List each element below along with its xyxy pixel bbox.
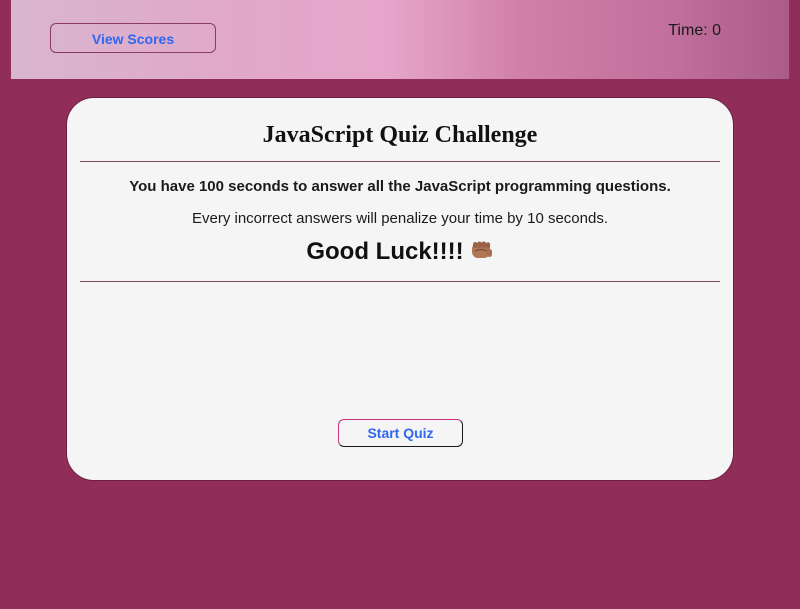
bottom-divider [80, 281, 720, 282]
start-quiz-button[interactable]: Start Quiz [338, 419, 463, 447]
top-divider [80, 161, 720, 162]
quiz-card: JavaScript Quiz Challenge You have 100 s… [66, 97, 734, 481]
good-luck-text: Good Luck!!!! [306, 238, 464, 265]
fist-bump-icon [470, 239, 494, 261]
penalty-notice: Every incorrect answers will penalize yo… [191, 210, 608, 227]
view-scores-button[interactable]: View Scores [50, 23, 216, 53]
good-luck-message: Good Luck!!!! [67, 238, 733, 266]
quiz-title: JavaScript Quiz Challenge [262, 122, 538, 148]
timer-display: Time: 0 [668, 22, 721, 39]
intro-instructions: You have 100 seconds to answer all the J… [129, 178, 671, 195]
header-bar: View Scores Time: 0 [11, 0, 789, 79]
